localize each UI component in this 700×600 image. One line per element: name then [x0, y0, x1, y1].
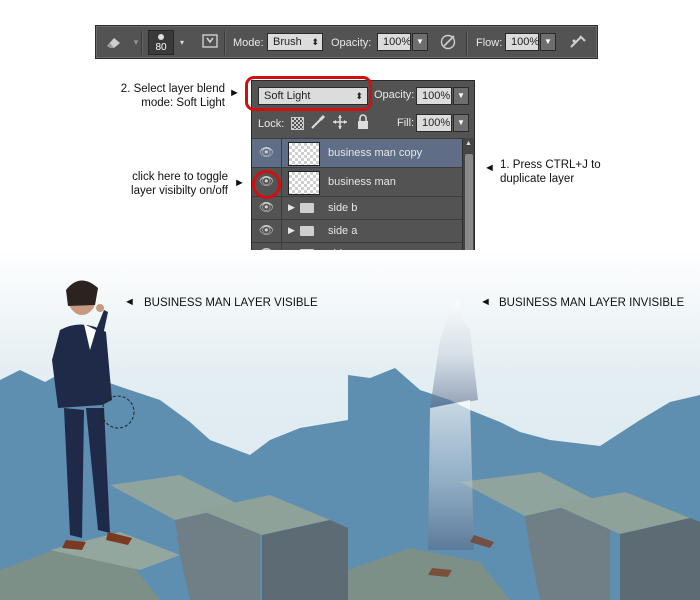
visibility-eye-icon[interactable]: 👁	[252, 197, 282, 219]
eye-highlight-ring	[252, 170, 281, 199]
folder-icon	[300, 203, 314, 213]
opacity-label: Opacity:	[331, 37, 372, 49]
mode-value: Brush	[273, 36, 302, 48]
lock-transparency-icon[interactable]	[291, 117, 304, 130]
visibility-toggle-note: click here to toggle layer visibilty on/…	[131, 171, 228, 197]
layer-row-side-b[interactable]: 👁 ▶ side b	[252, 196, 462, 219]
lock-pixels-brush-icon[interactable]	[310, 114, 326, 135]
tool-options-bar: ▾ 80 ▾ Mode: Brush ⬍ Opacity: 100% ▼ Flo…	[95, 25, 598, 59]
separator	[141, 31, 143, 55]
pointer-arrow-icon: ◄	[484, 162, 495, 174]
scroll-up-arrow-icon[interactable]: ▲	[465, 140, 472, 147]
mode-select[interactable]: Brush ⬍	[267, 33, 323, 51]
blend-mode-highlight-ring	[245, 76, 372, 111]
layer-list: 👁 business man copy 👁 business man 👁 ▶ s…	[252, 138, 474, 267]
fill-arrow-icon[interactable]: ▼	[453, 114, 469, 132]
expand-triangle-icon[interactable]: ▶	[288, 225, 295, 236]
visibility-eye-icon[interactable]: 👁	[252, 139, 282, 167]
layer-opacity-arrow-icon[interactable]: ▼	[453, 87, 469, 105]
flow-label: Flow:	[476, 37, 503, 49]
invisible-caption: BUSINESS MAN LAYER INVISIBLE	[499, 297, 685, 309]
brush-panel-icon[interactable]	[200, 33, 220, 51]
folder-icon	[300, 226, 314, 236]
pointer-arrow-icon: ►	[229, 87, 240, 99]
layer-row-business-man-copy[interactable]: 👁 business man copy	[252, 138, 462, 167]
separator	[466, 31, 468, 55]
pointer-arrow-icon: ◄	[480, 296, 491, 308]
lock-position-move-icon[interactable]	[332, 114, 348, 135]
layer-list-scrollbar[interactable]: ▲	[462, 138, 474, 267]
lock-all-icon[interactable]	[356, 114, 370, 135]
layer-name: business man copy	[328, 147, 423, 159]
layer-thumbnail	[288, 171, 320, 195]
flow-input[interactable]: 100%	[505, 33, 539, 51]
expand-triangle-icon[interactable]: ▶	[288, 202, 295, 213]
pointer-arrow-icon: ►	[234, 177, 245, 189]
brush-size-value: 80	[155, 42, 167, 53]
lock-label: Lock:	[258, 118, 285, 130]
layer-row-side-a[interactable]: 👁 ▶ side a	[252, 219, 462, 242]
fill-input[interactable]: 100%	[416, 114, 452, 132]
separator	[224, 31, 226, 55]
opacity-input[interactable]: 100%	[377, 33, 411, 51]
group-name: side a	[328, 225, 358, 237]
pointer-arrow-icon: ◄	[124, 296, 135, 308]
opacity-dropdown-arrow-icon[interactable]: ▼	[412, 33, 428, 51]
dropdown-arrow-icon[interactable]: ▾	[126, 33, 146, 51]
visible-caption: BUSINESS MAN LAYER VISIBLE	[144, 297, 318, 309]
brush-preset-arrow-icon[interactable]: ▾	[176, 30, 188, 55]
mode-label: Mode:	[233, 37, 264, 49]
group-name: side b	[328, 202, 358, 214]
eraser-tool-icon[interactable]	[104, 33, 124, 51]
brush-preset-picker[interactable]: 80	[148, 30, 174, 55]
airbrush-icon[interactable]	[568, 33, 588, 51]
brush-tip-icon	[158, 34, 164, 40]
layer-opacity-label: Opacity:	[374, 89, 415, 101]
blend-mode-note: 2. Select layer blend mode: Soft Light	[120, 83, 225, 109]
duplicate-layer-note: 1. Press CTRL+J to duplicate layer	[500, 159, 601, 185]
flow-dropdown-arrow-icon[interactable]: ▼	[540, 33, 556, 51]
layer-name: business man	[328, 176, 396, 188]
layer-thumbnail	[288, 142, 320, 166]
visibility-eye-icon[interactable]: 👁	[252, 220, 282, 242]
layer-opacity-input[interactable]: 100%	[416, 87, 452, 105]
layer-row-business-man[interactable]: 👁 business man	[252, 167, 462, 196]
pressure-opacity-icon[interactable]	[439, 33, 459, 51]
fill-label: Fill:	[397, 117, 415, 129]
updown-arrows-icon: ⬍	[311, 37, 319, 47]
